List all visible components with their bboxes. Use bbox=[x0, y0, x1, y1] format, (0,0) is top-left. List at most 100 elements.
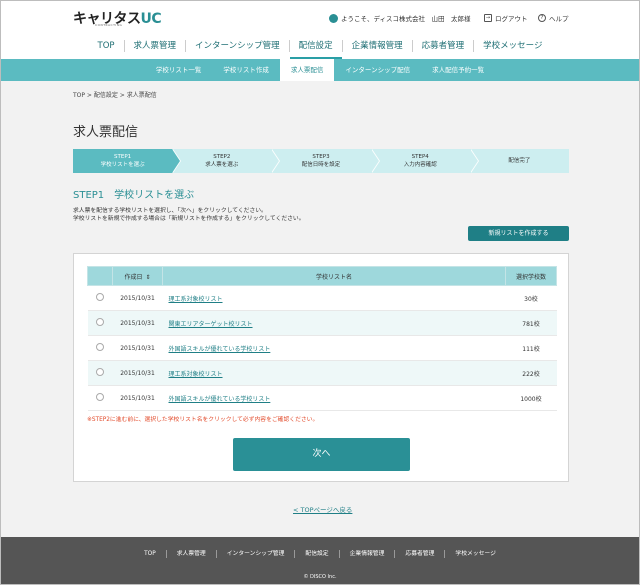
table-row: 2015/10/31 理工系対象校リスト 30校 bbox=[87, 285, 557, 311]
footer-nav-school-messages[interactable]: 学校メッセージ bbox=[444, 550, 505, 558]
row-select-cell bbox=[87, 285, 113, 311]
footer-nav: TOP 求人票管理 インターンシップ管理 配信設定 企業情報管理 応募者管理 学… bbox=[1, 550, 639, 558]
row-date: 2015/10/31 bbox=[112, 285, 163, 311]
description-line-2: 学校リストを新規で作成する場合は「新規リストを作成する」をクリックしてください。 bbox=[73, 216, 305, 222]
header-list-name: 学校リスト名 bbox=[162, 266, 506, 286]
subnav-internship-distribution[interactable]: インターンシップ配信 bbox=[334, 59, 421, 81]
next-button[interactable]: 次へ bbox=[233, 438, 410, 471]
row-list-name-link[interactable]: 理工系対象校リスト bbox=[162, 360, 506, 386]
step-complete-label: 配信完了 bbox=[508, 158, 531, 164]
step-3-number: STEP3 bbox=[312, 154, 330, 160]
header-date-label: 作成日 bbox=[124, 273, 143, 281]
row-count: 781校 bbox=[505, 310, 557, 336]
step-3-label: 配信日時を設定 bbox=[301, 162, 341, 168]
header: キャリタスUC CONTRACTING ようこそ、ディスコ株式会社 山田 太郎様… bbox=[1, 1, 639, 59]
step-arrow bbox=[370, 149, 379, 173]
step-4-number: STEP4 bbox=[411, 154, 429, 160]
row-select-cell bbox=[87, 385, 113, 411]
subnav-job-distribution[interactable]: 求人票配信 bbox=[279, 59, 335, 81]
logo-uc-text: UC bbox=[140, 11, 162, 27]
footer-nav-distribution-settings[interactable]: 配信設定 bbox=[294, 550, 338, 558]
nav-internships[interactable]: インターンシップ管理 bbox=[185, 40, 289, 52]
nav-top[interactable]: TOP bbox=[89, 40, 124, 52]
help-icon: ? bbox=[538, 14, 546, 22]
row-count: 1000校 bbox=[505, 385, 557, 411]
step-4-label: 入力内容確認 bbox=[403, 162, 437, 168]
step-complete: 配信完了 bbox=[469, 149, 570, 173]
table-row: 2015/10/31 外国語スキルが優れている学校リスト 1000校 bbox=[87, 385, 557, 411]
row-radio[interactable] bbox=[96, 343, 104, 351]
nav-distribution-settings[interactable]: 配信設定 bbox=[288, 40, 342, 59]
nav-job-postings[interactable]: 求人票管理 bbox=[123, 40, 186, 52]
help-label: ヘルプ bbox=[549, 15, 569, 23]
step-1-number: STEP1 bbox=[114, 154, 132, 160]
step-3: STEP3 配信日時を設定 bbox=[271, 149, 380, 173]
row-date: 2015/10/31 bbox=[112, 310, 163, 336]
section-title: STEP1 学校リストを選ぶ bbox=[73, 190, 195, 201]
school-list-panel: 作成日 ⇕ 学校リスト名 選択学校数 2015/10/31 理工系対象校リスト 3… bbox=[73, 253, 569, 482]
sort-icon[interactable]: ⇕ bbox=[145, 274, 150, 281]
footer-nav-applicants[interactable]: 応募者管理 bbox=[394, 550, 444, 558]
step-arrow bbox=[271, 149, 280, 173]
subnav-scheduled-distribution[interactable]: 求人配信予約一覧 bbox=[421, 59, 495, 81]
row-count: 111校 bbox=[505, 335, 557, 361]
row-radio[interactable] bbox=[96, 393, 104, 401]
help-link[interactable]: ? ヘルプ bbox=[538, 13, 569, 23]
row-count: 30校 bbox=[505, 285, 557, 311]
step-2-number: STEP2 bbox=[213, 154, 231, 160]
logout-label: ログアウト bbox=[495, 15, 528, 23]
footer: TOP 求人票管理 インターンシップ管理 配信設定 企業情報管理 応募者管理 学… bbox=[1, 537, 639, 584]
row-date: 2015/10/31 bbox=[112, 385, 163, 411]
create-new-list-button[interactable]: 新規リストを作成する bbox=[468, 226, 569, 241]
table-row: 2015/10/31 外国語スキルが優れている学校リスト 111校 bbox=[87, 335, 557, 361]
footer-nav-company-info[interactable]: 企業情報管理 bbox=[338, 550, 395, 558]
row-list-name-link[interactable]: 関東エリアターゲット校リスト bbox=[162, 310, 506, 336]
nav-school-messages[interactable]: 学校メッセージ bbox=[473, 40, 551, 52]
row-date: 2015/10/31 bbox=[112, 335, 163, 361]
row-select-cell bbox=[87, 360, 113, 386]
footer-nav-job-postings[interactable]: 求人票管理 bbox=[165, 550, 216, 558]
row-date: 2015/10/31 bbox=[112, 360, 163, 386]
header-select bbox=[87, 266, 113, 286]
header-date[interactable]: 作成日 ⇕ bbox=[112, 266, 163, 286]
warning-note: ※STEP2に進む前に、選択した学校リスト名をクリックして必ず内容をご確認くださ… bbox=[87, 417, 319, 423]
nav-company-info[interactable]: 企業情報管理 bbox=[341, 40, 412, 52]
step-1: STEP1 学校リストを選ぶ bbox=[73, 149, 182, 173]
back-to-top-link[interactable]: < TOPページへ戻る bbox=[293, 504, 352, 514]
step-2: STEP2 求人票を選ぶ bbox=[172, 149, 281, 173]
user-greeting: ようこそ、ディスコ株式会社 山田 太郎様 bbox=[329, 13, 471, 23]
row-radio[interactable] bbox=[96, 293, 104, 301]
header-school-count: 選択学校数 bbox=[505, 266, 557, 286]
row-list-name-link[interactable]: 外国語スキルが優れている学校リスト bbox=[162, 335, 506, 361]
school-list-table: 作成日 ⇕ 学校リスト名 選択学校数 2015/10/31 理工系対象校リスト 3… bbox=[87, 266, 557, 411]
row-count: 222校 bbox=[505, 360, 557, 386]
page-title: 求人票配信 bbox=[73, 125, 139, 140]
step-arrow bbox=[469, 149, 478, 173]
person-icon bbox=[329, 13, 338, 23]
footer-nav-internships[interactable]: インターンシップ管理 bbox=[215, 550, 295, 558]
row-radio[interactable] bbox=[96, 318, 104, 326]
description: 求人票を配信する学校リストを選択し、「次へ」をクリックしてください。 学校リスト… bbox=[73, 207, 305, 223]
step-1-label: 学校リストを選ぶ bbox=[100, 162, 145, 168]
row-list-name-link[interactable]: 理工系対象校リスト bbox=[162, 285, 506, 311]
row-select-cell bbox=[87, 335, 113, 361]
table-header-row: 作成日 ⇕ 学校リスト名 選択学校数 bbox=[87, 266, 557, 286]
page-frame: キャリタスUC CONTRACTING ようこそ、ディスコ株式会社 山田 太郎様… bbox=[0, 0, 640, 585]
sub-nav: 学校リスト一覧 学校リスト作成 求人票配信 インターンシップ配信 求人配信予約一… bbox=[1, 59, 639, 81]
subnav-create-school-list[interactable]: 学校リスト作成 bbox=[212, 59, 280, 81]
description-line-1: 求人票を配信する学校リストを選択し、「次へ」をクリックしてください。 bbox=[73, 208, 267, 214]
subnav-school-list[interactable]: 学校リスト一覧 bbox=[145, 59, 213, 81]
footer-nav-top[interactable]: TOP bbox=[134, 550, 166, 558]
step-2-label: 求人票を選ぶ bbox=[205, 162, 239, 168]
logout-icon: → bbox=[484, 14, 492, 22]
step-4: STEP4 入力内容確認 bbox=[370, 149, 479, 173]
main-nav: TOP 求人票管理 インターンシップ管理 配信設定 企業情報管理 応募者管理 学… bbox=[1, 34, 639, 59]
logout-link[interactable]: → ログアウト bbox=[484, 13, 528, 23]
step-progress: STEP1 学校リストを選ぶ STEP2 求人票を選ぶ STEP3 配信日時を設… bbox=[73, 149, 570, 173]
logo-subtitle: CONTRACTING bbox=[95, 23, 123, 27]
row-radio[interactable] bbox=[96, 368, 104, 376]
row-list-name-link[interactable]: 外国語スキルが優れている学校リスト bbox=[162, 385, 506, 411]
nav-applicants[interactable]: 応募者管理 bbox=[411, 40, 474, 52]
table-row: 2015/10/31 理工系対象校リスト 222校 bbox=[87, 360, 557, 386]
row-select-cell bbox=[87, 310, 113, 336]
